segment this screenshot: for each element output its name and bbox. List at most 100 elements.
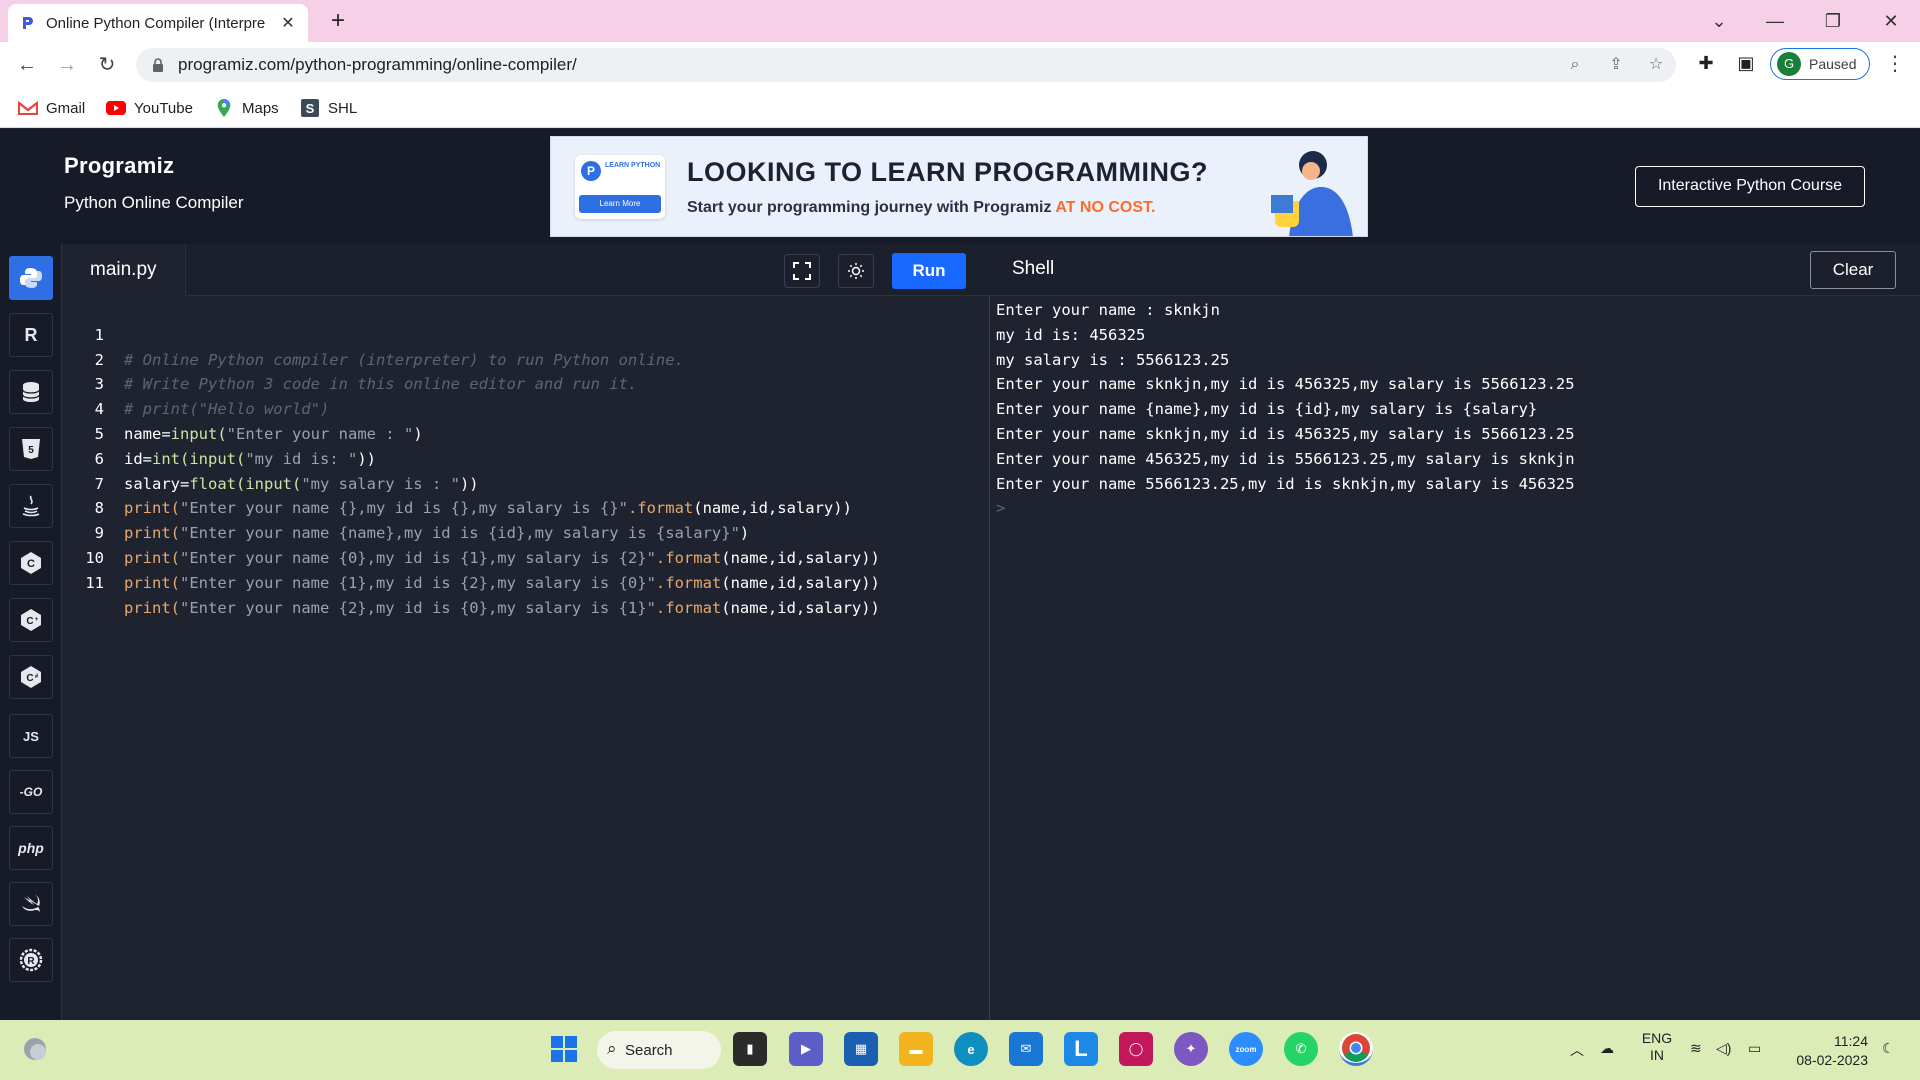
lang-python[interactable]	[9, 256, 53, 300]
code-editor[interactable]: 1 # Online Python compiler (interpreter)…	[62, 298, 990, 617]
zoom-app-icon[interactable]: zoom	[1229, 1032, 1263, 1066]
youtube-icon	[106, 101, 126, 115]
shell-output[interactable]: Enter your name : sknkjn my id is: 45632…	[996, 298, 1575, 521]
file-explorer-icon[interactable]: ▬	[899, 1032, 933, 1066]
chrome-icon[interactable]	[1339, 1032, 1373, 1066]
database-icon	[22, 382, 40, 402]
start-icon[interactable]	[547, 1032, 581, 1066]
input-language[interactable]: ENG IN	[1640, 1030, 1674, 1064]
bookmark-gmail[interactable]: Gmail	[18, 96, 85, 120]
bookmark-maps[interactable]: Maps	[214, 96, 279, 120]
svg-text:C: C	[26, 673, 33, 684]
red-app-icon[interactable]: ◯	[1119, 1032, 1153, 1066]
interactive-course-button[interactable]: Interactive Python Course	[1635, 166, 1865, 207]
banner-card-tag: LEARN PYTHON	[605, 162, 661, 169]
onedrive-icon[interactable]: ☁	[1600, 1040, 1614, 1057]
editor-pane: main.py Run 1 # Online Python compiler (…	[62, 244, 990, 1020]
l-app-icon[interactable]: L	[1064, 1032, 1098, 1066]
mail-icon[interactable]: ✉	[1009, 1032, 1043, 1066]
back-icon[interactable]: ←	[12, 50, 42, 80]
shell-prompt[interactable]: >	[996, 496, 1575, 521]
new-tab-button[interactable]: +	[324, 8, 352, 36]
gmail-icon	[18, 100, 38, 115]
notification-icon[interactable]: ☾	[1882, 1040, 1895, 1057]
battery-icon[interactable]: ▭	[1748, 1040, 1761, 1057]
lang-java[interactable]	[9, 484, 53, 528]
zoom-icon[interactable]: ⌕	[1565, 55, 1585, 75]
code-line: 7 print("Enter your name {},my id is {},…	[62, 447, 990, 518]
profile-button[interactable]: G Paused	[1770, 48, 1870, 80]
omnibox[interactable]: programiz.com/python-programming/online-…	[136, 48, 1676, 82]
code-line: 6 salary=float(input("my salary is : "))	[62, 422, 990, 493]
side-panel-icon[interactable]: ▣	[1733, 50, 1759, 76]
tab-search-chevron-icon[interactable]: ⌄	[1704, 6, 1734, 36]
taskbar-search[interactable]: ⌕ Search	[597, 1031, 721, 1069]
lang-csharp[interactable]: C #	[9, 655, 53, 699]
lang-html[interactable]: 5	[9, 427, 53, 471]
lang-c[interactable]: C	[9, 541, 53, 585]
editor-toolbar: main.py Run	[62, 244, 990, 296]
system-clock[interactable]: 11:24 08-02-2023	[1786, 1032, 1868, 1070]
share-icon[interactable]: ⇪	[1606, 55, 1626, 75]
shell-pane: Shell Clear Enter your name : sknkjn my …	[990, 244, 1920, 1020]
close-tab-icon[interactable]: ✕	[280, 13, 296, 33]
lang-cpp[interactable]: C +	[9, 598, 53, 642]
close-window-icon[interactable]: ✕	[1876, 6, 1906, 36]
weather-widget-icon[interactable]	[18, 1032, 52, 1066]
lock-icon	[153, 58, 163, 72]
fullscreen-icon	[793, 262, 811, 280]
task-view-icon[interactable]: ▮	[733, 1032, 767, 1066]
shell-line: my id is: 456325	[996, 325, 1146, 344]
minimize-icon[interactable]: —	[1760, 6, 1790, 36]
language-sidebar: R 5 C C + C # JS -GO php R	[0, 244, 62, 1020]
teams-chat-icon[interactable]: ▶	[789, 1032, 823, 1066]
shell-line: Enter your name sknkjn,my id is 456325,m…	[996, 424, 1575, 443]
php-icon: php	[18, 840, 44, 856]
reload-icon[interactable]: ↻	[92, 50, 122, 80]
svg-text:R: R	[27, 956, 35, 967]
tray-chevron-icon[interactable]: ︿	[1570, 1040, 1584, 1060]
banner-learn-more-button[interactable]: Learn More	[579, 195, 661, 213]
copilot-icon[interactable]: ✦	[1174, 1032, 1208, 1066]
lang-javascript[interactable]: JS	[9, 714, 53, 758]
lang-rust[interactable]: R	[9, 938, 53, 982]
lang-php[interactable]: php	[9, 826, 53, 870]
code-line: 2 # Write Python 3 code in this online e…	[62, 323, 990, 394]
python-icon	[20, 268, 42, 288]
programiz-logo[interactable]: Programiz	[64, 153, 174, 179]
bookmark-youtube[interactable]: YouTube	[106, 96, 193, 120]
lang-go[interactable]: -GO	[9, 770, 53, 814]
banner-headline: LOOKING TO LEARN PROGRAMMING?	[687, 157, 1208, 187]
wifi-icon[interactable]: ≋	[1690, 1040, 1702, 1057]
bookmark-shl[interactable]: S SHL	[300, 96, 357, 120]
edge-icon[interactable]: e	[954, 1032, 988, 1066]
c-icon: C	[21, 552, 41, 574]
lang-r[interactable]: R	[9, 313, 53, 357]
programiz-favicon-icon	[23, 17, 33, 29]
volume-icon[interactable]: ◁)	[1716, 1040, 1731, 1057]
lang-swift[interactable]	[9, 882, 53, 926]
clear-button[interactable]: Clear	[1810, 251, 1896, 289]
run-button[interactable]: Run	[892, 253, 966, 289]
theme-toggle-button[interactable]	[838, 254, 874, 288]
banner-logo-icon: P	[581, 161, 601, 181]
shell-toolbar: Shell Clear	[990, 244, 1920, 296]
restore-icon[interactable]: ❐	[1818, 6, 1848, 36]
lang-sql[interactable]	[9, 370, 53, 414]
bookmark-star-icon[interactable]: ☆	[1646, 55, 1666, 75]
ad-banner[interactable]: P LEARN PYTHON Learn More LOOKING TO LEA…	[550, 136, 1368, 237]
file-tab-main-py[interactable]: main.py	[62, 244, 186, 296]
svg-text:C: C	[27, 558, 35, 570]
banner-subline: Start your programming journey with Prog…	[687, 199, 1156, 216]
browser-tab[interactable]: Online Python Compiler (Interpre ✕	[8, 4, 308, 42]
browser-menu-icon[interactable]: ⋮	[1884, 50, 1906, 78]
forward-icon[interactable]: →	[52, 50, 82, 80]
microsoft-store-icon[interactable]: ▦	[844, 1032, 878, 1066]
whatsapp-icon[interactable]: ✆	[1284, 1032, 1318, 1066]
fullscreen-button[interactable]	[784, 254, 820, 288]
code-line: 4 name=input("Enter your name : ")	[62, 372, 990, 443]
avatar: G	[1777, 52, 1801, 76]
banner-accent: AT NO COST.	[1055, 199, 1156, 216]
bookmarks-bar: Gmail YouTube Maps S SHL	[0, 88, 1920, 128]
extensions-icon[interactable]: ✚	[1693, 50, 1719, 76]
